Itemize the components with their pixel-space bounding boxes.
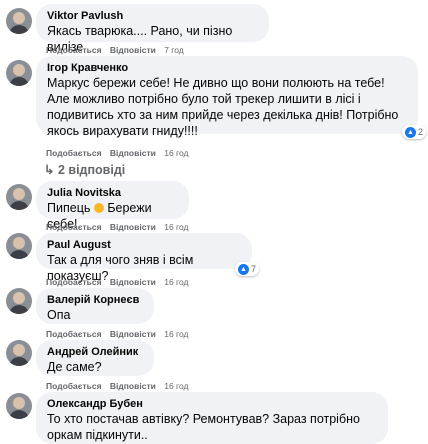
comment-time[interactable]: 16 год	[164, 222, 188, 232]
reply-button[interactable]: Відповісти	[110, 148, 156, 158]
comment-time[interactable]: 16 год	[164, 277, 188, 287]
comment-author[interactable]: Ігор Кравченко	[47, 61, 407, 75]
comment-text: То хто постачав автівку? Ремонтував? Зар…	[47, 412, 360, 442]
like-button[interactable]: Подобається	[46, 45, 102, 55]
comment-bubble: Андрей Олейник Де саме?	[36, 340, 154, 376]
avatar[interactable]	[6, 184, 32, 210]
comment-author[interactable]: Андрей Олейник	[47, 345, 143, 359]
avatar[interactable]	[6, 393, 32, 419]
comment-text-start: Пипець	[47, 201, 91, 215]
comment-bubble: Viktor Pavlush Якась тварюка.... Рано, ч…	[36, 4, 269, 54]
like-icon: ▲	[238, 263, 249, 275]
comment-time[interactable]: 16 год	[164, 329, 188, 339]
reaction-number: 2	[418, 127, 424, 137]
reply-arrow-icon: ↳	[44, 163, 55, 177]
comment-author[interactable]: Валерій Корнеєв	[47, 293, 143, 307]
reply-button[interactable]: Відповісти	[110, 329, 156, 339]
comment-time[interactable]: 16 год	[164, 381, 188, 391]
like-button[interactable]: Подобається	[46, 381, 102, 391]
comment-author[interactable]: Julia Novitska	[47, 186, 178, 200]
comment-actions: Подобається Відповісти 16 год	[46, 222, 194, 232]
comment-bubble: Олександр Бубен То хто постачав автівку?…	[36, 392, 388, 444]
avatar[interactable]	[6, 340, 32, 366]
comment-actions: Подобається Відповісти 16 год	[46, 148, 194, 158]
comment-text: Маркус бережи себе! Не дивно що вони пол…	[47, 76, 399, 138]
replies-label: 2 відповіді	[57, 163, 126, 177]
like-button[interactable]: Подобається	[46, 148, 102, 158]
comment-bubble: Paul August Так а для чого зняв і всім п…	[36, 233, 252, 283]
comment-actions: Подобається Відповісти 16 год	[46, 329, 194, 339]
comment-actions: Подобається Відповісти 7 год	[46, 45, 190, 55]
reaction-count[interactable]: ▲ 7	[235, 262, 260, 276]
comment-text: Опа	[47, 308, 71, 322]
comment-author[interactable]: Viktor Pavlush	[47, 9, 258, 23]
like-button[interactable]: Подобається	[46, 277, 102, 287]
comment-time[interactable]: 7 год	[164, 45, 184, 55]
view-replies-link[interactable]: ↳ 2 відповіді	[44, 162, 125, 177]
laugh-emoji-icon	[93, 202, 104, 213]
comment-bubble: Julia Novitska Пипець Бережи себе!	[36, 181, 189, 231]
avatar[interactable]	[6, 60, 32, 86]
comment-bubble: Ігор Кравченко Маркус бережи себе! Не ди…	[36, 56, 418, 138]
like-button[interactable]: Подобається	[46, 329, 102, 339]
comment-author[interactable]: Олександр Бубен	[47, 397, 377, 411]
reaction-count[interactable]: ▲ 2	[402, 125, 427, 139]
reply-button[interactable]: Відповісти	[110, 45, 156, 55]
comment-time[interactable]: 16 год	[164, 148, 188, 158]
reply-button[interactable]: Відповісти	[110, 222, 156, 232]
reply-button[interactable]: Відповісти	[110, 381, 156, 391]
avatar[interactable]	[6, 233, 32, 259]
comment-author[interactable]: Paul August	[47, 238, 241, 252]
reaction-number: 7	[251, 264, 257, 274]
comment-actions: Подобається Відповісти 16 год	[46, 277, 194, 287]
like-icon: ▲	[405, 126, 416, 138]
avatar[interactable]	[6, 8, 32, 34]
comment-actions: Подобається Відповісти 16 год	[46, 381, 194, 391]
comment-bubble: Валерій Корнеєв Опа	[36, 288, 154, 324]
comment-text: Де саме?	[47, 360, 102, 374]
avatar[interactable]	[6, 288, 32, 314]
reply-button[interactable]: Відповісти	[110, 277, 156, 287]
like-button[interactable]: Подобається	[46, 222, 102, 232]
